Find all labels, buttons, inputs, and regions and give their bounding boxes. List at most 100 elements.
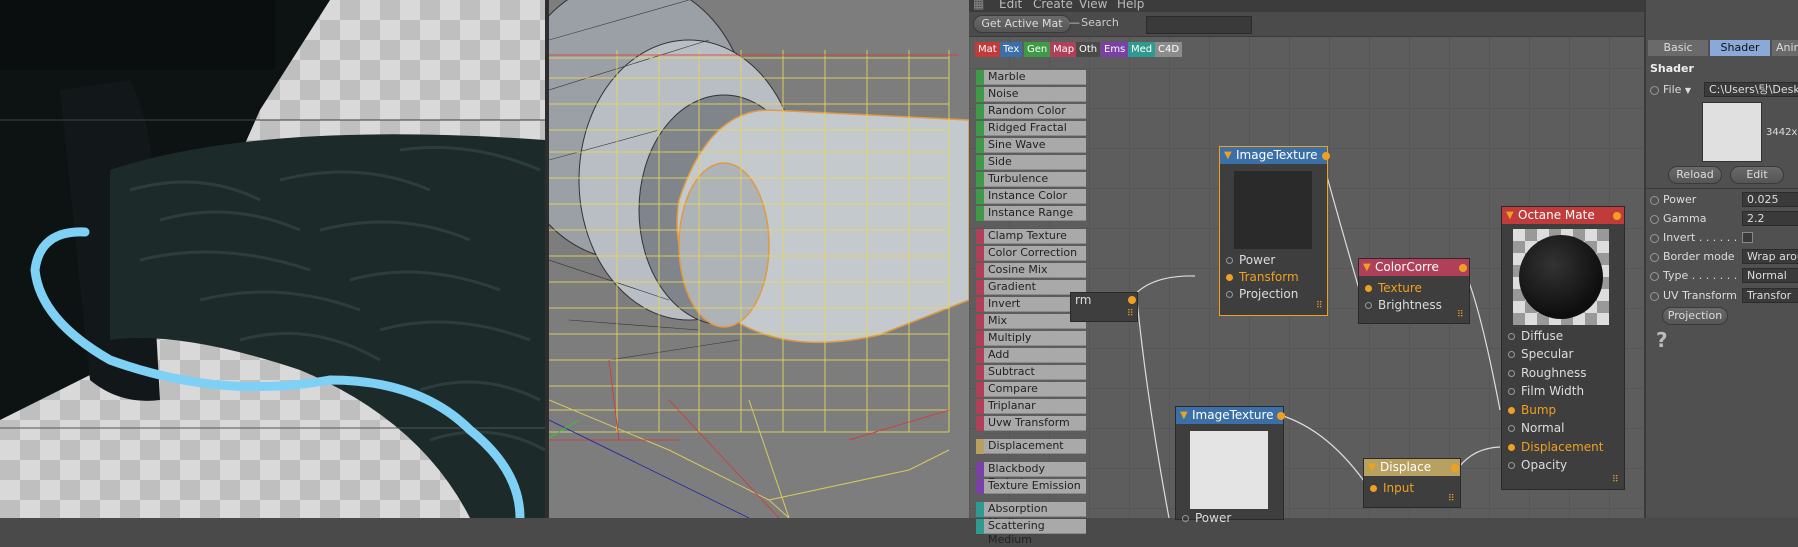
node-list-item[interactable]: Color Correction — [976, 246, 1086, 261]
tab-tex[interactable]: Tex — [1000, 42, 1023, 57]
transform-output-port[interactable] — [1128, 296, 1136, 304]
node-list-item[interactable]: Clamp Texture — [976, 229, 1086, 244]
tab-mat[interactable]: Mat — [975, 42, 1000, 57]
border-mode-select[interactable]: Wrap arou — [1742, 249, 1798, 264]
node-header[interactable]: ▼ ColorCorre — [1359, 259, 1469, 276]
node-list-item[interactable]: Ridged Fractal — [976, 121, 1086, 136]
node-list-item[interactable]: Displacement — [976, 439, 1086, 454]
port-specular[interactable]: Specular — [1508, 347, 1573, 361]
animate-icon[interactable] — [1650, 252, 1659, 262]
node-octane-material[interactable]: ▼ Octane Mate Diffuse Specular Roughness … — [1501, 206, 1625, 490]
color-correction-output-port[interactable] — [1459, 264, 1467, 272]
node-header[interactable]: ▼ ImageTexture — [1176, 407, 1283, 424]
tab-gen[interactable]: Gen — [1024, 42, 1051, 57]
resize-grip-icon[interactable]: ⠿ — [1457, 310, 1464, 320]
file-path-field[interactable]: C:\Users\탕\Desk — [1704, 82, 1798, 97]
gamma-field[interactable]: 2.2 — [1742, 211, 1798, 226]
port-bump[interactable]: Bump — [1508, 403, 1556, 417]
node-list-item[interactable]: Turbulence — [976, 172, 1086, 187]
port-normal[interactable]: Normal — [1508, 421, 1564, 435]
animate-icon[interactable] — [1650, 214, 1659, 224]
search-input[interactable] — [1146, 16, 1252, 34]
reload-button[interactable]: Reload — [1668, 166, 1722, 184]
node-list-item[interactable]: Marble — [976, 70, 1086, 85]
node-list-item[interactable]: Random Color — [976, 104, 1086, 119]
node-list-item[interactable]: Cosine Mix — [976, 263, 1086, 278]
collapse-icon[interactable]: ▼ — [1180, 407, 1188, 424]
port-input[interactable]: Input — [1370, 481, 1414, 495]
node-color-correction[interactable]: ▼ ColorCorre Texture Brightness ⠿ — [1358, 258, 1470, 324]
animate-icon[interactable] — [1650, 85, 1659, 95]
port-opacity[interactable]: Opacity — [1508, 458, 1567, 472]
node-header[interactable]: ▼ Octane Mate — [1502, 207, 1624, 224]
power-field[interactable]: 0.025 — [1742, 192, 1798, 207]
node-list-item[interactable]: Side — [976, 155, 1086, 170]
tab-oth[interactable]: Oth — [1076, 42, 1101, 57]
node-list-item[interactable]: Sine Wave — [976, 138, 1086, 153]
node-list-item[interactable]: Scattering Medium — [976, 519, 1086, 546]
resize-grip-icon[interactable]: ⠿ — [1612, 475, 1619, 485]
node-list-item[interactable]: Triplanar — [976, 399, 1086, 414]
help-icon[interactable]: ? — [1656, 328, 1668, 352]
port-roughness[interactable]: Roughness — [1508, 366, 1586, 380]
tab-shader[interactable]: Shader — [1710, 40, 1770, 56]
node-transform[interactable]: rm ⠿ — [1070, 292, 1138, 322]
menu-help[interactable]: Help — [1117, 0, 1144, 11]
tab-c4d[interactable]: C4D — [1155, 42, 1183, 57]
node-image-texture-2[interactable]: ▼ ImageTexture Power — [1175, 406, 1285, 525]
collapse-icon[interactable]: ▼ — [1363, 259, 1371, 276]
port-diffuse[interactable]: Diffuse — [1508, 329, 1563, 343]
node-displacement[interactable]: ▼ Displace Input ⠿ — [1363, 458, 1461, 508]
port-power[interactable]: Power — [1226, 253, 1275, 267]
node-list-item[interactable]: Uvw Transform — [976, 416, 1086, 431]
resize-grip-icon[interactable]: ⠿ — [1127, 309, 1134, 319]
port-projection[interactable]: Projection — [1226, 287, 1298, 301]
edit-button[interactable]: Edit — [1730, 166, 1784, 184]
animate-icon[interactable] — [1650, 195, 1659, 205]
collapse-icon[interactable]: ▼ — [1368, 459, 1376, 476]
collapse-icon[interactable]: ▼ — [1506, 207, 1514, 224]
tab-map[interactable]: Map — [1050, 42, 1078, 57]
node-list-item[interactable]: Absorption Medium — [976, 502, 1086, 529]
displacement-output-port[interactable] — [1451, 464, 1459, 472]
animate-icon[interactable] — [1650, 233, 1659, 243]
node-list-item[interactable]: Instance Color — [976, 189, 1086, 204]
invert-checkbox[interactable] — [1742, 232, 1753, 243]
resize-grip-icon[interactable]: ⠿ — [1448, 494, 1455, 504]
port-power[interactable]: Power — [1182, 511, 1231, 525]
menu-view[interactable]: View — [1079, 0, 1107, 11]
viewport-3d[interactable] — [549, 0, 969, 518]
animate-icon[interactable] — [1650, 291, 1659, 301]
tab-med[interactable]: Med — [1128, 42, 1156, 57]
node-header[interactable]: ▼ ImageTexture — [1220, 147, 1327, 164]
grip-icon[interactable]: ▦ — [973, 0, 984, 11]
node-list-item[interactable]: Blackbody Emission — [976, 462, 1086, 489]
resize-grip-icon[interactable]: ⠿ — [1316, 301, 1323, 311]
image-texture-1-output-port[interactable] — [1322, 152, 1330, 160]
menu-edit[interactable]: Edit — [999, 0, 1022, 11]
node-list-item[interactable]: Subtract — [976, 365, 1086, 380]
render-view[interactable] — [0, 0, 545, 518]
animate-icon[interactable] — [1650, 271, 1659, 281]
port-texture[interactable]: Texture — [1365, 281, 1422, 295]
node-list-item[interactable]: Multiply — [976, 331, 1086, 346]
menu-create[interactable]: Create — [1033, 0, 1073, 11]
uv-transform-field[interactable]: Transfor — [1742, 288, 1798, 303]
tab-animation[interactable]: Anima — [1772, 40, 1798, 56]
node-header[interactable]: ▼ Displace — [1364, 459, 1460, 476]
image-texture-2-output-port[interactable] — [1277, 412, 1285, 420]
node-list-item[interactable]: Texture Emission — [976, 479, 1086, 494]
type-select[interactable]: Normal — [1742, 268, 1798, 283]
node-list-item[interactable]: Compare — [976, 382, 1086, 397]
node-list-item[interactable]: Add — [976, 348, 1086, 363]
port-transform[interactable]: Transform — [1226, 270, 1299, 284]
projection-button[interactable]: Projection — [1662, 307, 1728, 325]
material-output-port[interactable] — [1613, 212, 1621, 220]
get-active-mat-button[interactable]: Get Active Mat — [973, 15, 1071, 33]
port-brightness[interactable]: Brightness — [1365, 298, 1442, 312]
tab-ems[interactable]: Ems — [1101, 42, 1129, 57]
port-displacement[interactable]: Displacement — [1508, 440, 1604, 454]
tab-basic[interactable]: Basic — [1648, 40, 1708, 56]
port-film-width[interactable]: Film Width — [1508, 384, 1584, 398]
node-image-texture-1[interactable]: ▼ ImageTexture Power Transform Projection… — [1219, 146, 1330, 316]
